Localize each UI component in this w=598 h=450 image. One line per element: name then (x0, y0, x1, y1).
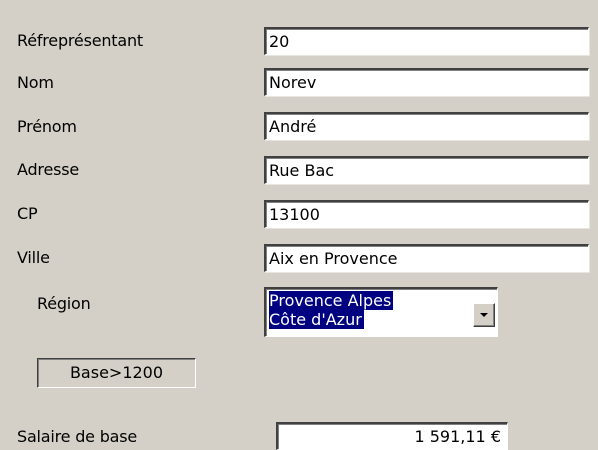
label-region: Région (37, 294, 91, 313)
cp-field[interactable]: 13100 (264, 200, 589, 228)
base-filter-button[interactable]: Base>1200 (37, 358, 196, 388)
label-ref-representant: Réfreprésentant (17, 31, 143, 50)
ville-field[interactable]: Aix en Provence (264, 244, 589, 272)
label-salaire-de-base: Salaire de base (17, 427, 138, 446)
region-combo[interactable]: Provence Alpes Côte d'Azur (264, 287, 498, 337)
label-ville: Ville (17, 248, 50, 267)
ref-representant-field[interactable]: 20 (264, 27, 589, 55)
region-value-line2: Côte d'Azur (269, 310, 364, 329)
salaire-de-base-field[interactable]: 1 591,11 € (276, 422, 508, 450)
region-dropdown-button[interactable] (473, 303, 495, 327)
label-prenom: Prénom (17, 117, 77, 136)
prenom-field[interactable]: André (264, 112, 589, 140)
label-cp: CP (17, 204, 38, 223)
adresse-field[interactable]: Rue Bac (264, 156, 589, 184)
label-adresse: Adresse (17, 160, 80, 179)
nom-field[interactable]: Norev (264, 68, 589, 96)
chevron-down-icon (480, 313, 488, 317)
label-nom: Nom (17, 73, 54, 92)
region-value-line1: Provence Alpes (269, 291, 394, 310)
region-combo-value: Provence Alpes Côte d'Azur (269, 291, 459, 336)
